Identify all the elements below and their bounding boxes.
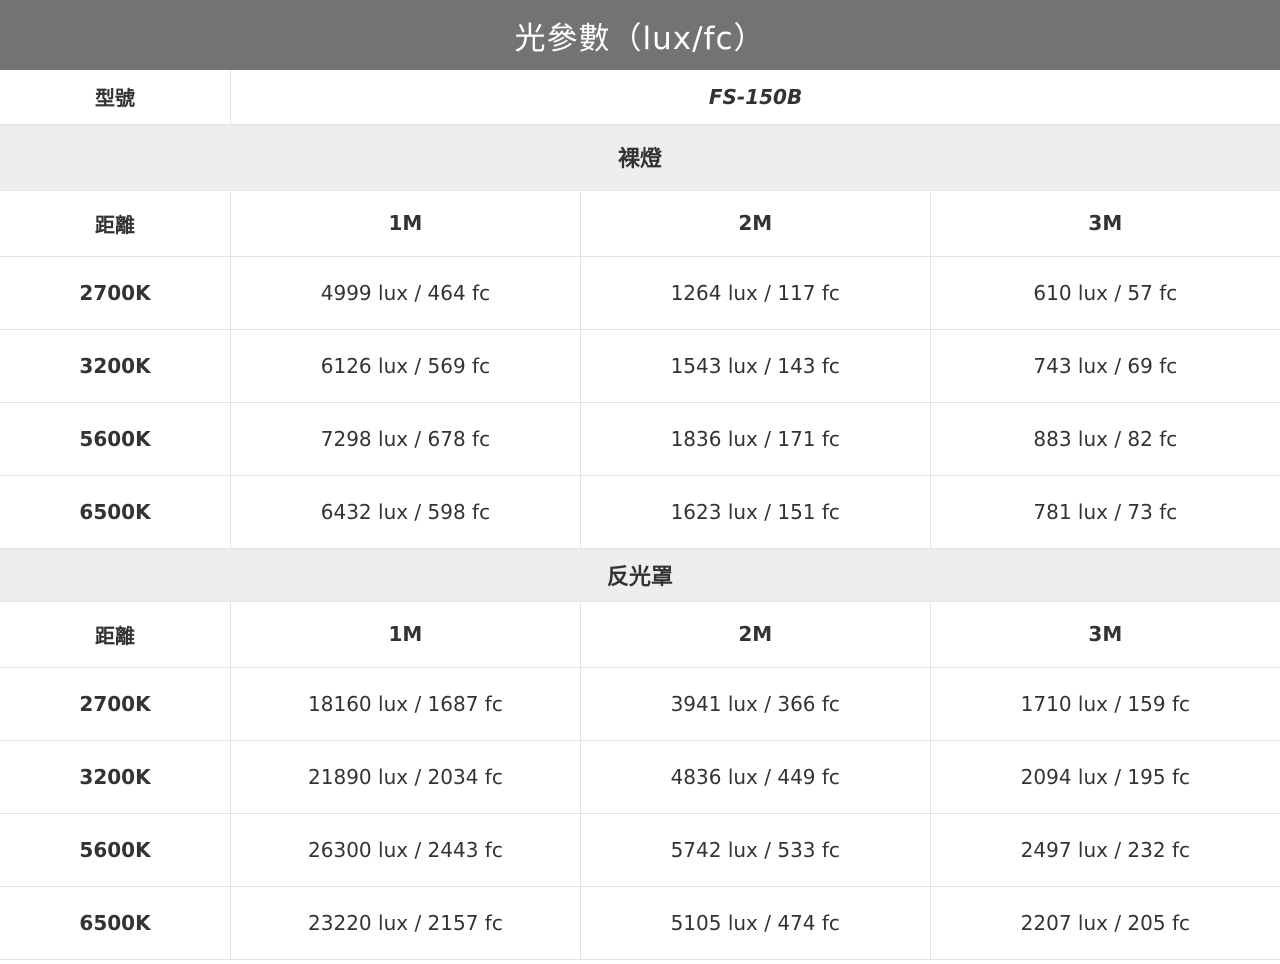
model-label: 型號	[0, 70, 232, 125]
section-title: 反光罩	[0, 548, 1280, 602]
table-cell: 7298 lux / 678 fc	[230, 402, 581, 476]
color-temp: 5600K	[0, 813, 232, 887]
color-temp: 3200K	[0, 740, 232, 814]
table-cell: 5105 lux / 474 fc	[580, 886, 931, 960]
table-cell: 743 lux / 69 fc	[930, 329, 1280, 403]
color-temp: 3200K	[0, 329, 232, 403]
table-row: 2700K 4999 lux / 464 fc 1264 lux / 117 f…	[0, 256, 1280, 330]
table-cell: 18160 lux / 1687 fc	[230, 667, 581, 741]
page: 光參數（lux/fc） 型號 FS-150B 裸燈 距離 1M 2M 3M 27…	[0, 0, 1280, 964]
table-row: 2700K 18160 lux / 1687 fc 3941 lux / 366…	[0, 667, 1280, 741]
table-cell: 3941 lux / 366 fc	[580, 667, 931, 741]
column-header-row: 距離 1M 2M 3M	[0, 601, 1280, 668]
table-cell: 4999 lux / 464 fc	[230, 256, 581, 330]
color-temp: 2700K	[0, 667, 232, 741]
table-cell: 5742 lux / 533 fc	[580, 813, 931, 887]
color-temp: 2700K	[0, 256, 232, 330]
column-header: 3M	[930, 190, 1280, 257]
table-cell: 1836 lux / 171 fc	[580, 402, 931, 476]
section-title: 裸燈	[0, 124, 1280, 191]
table-cell: 1623 lux / 151 fc	[580, 475, 931, 549]
table-row: 3200K 6126 lux / 569 fc 1543 lux / 143 f…	[0, 329, 1280, 403]
table-cell: 2207 lux / 205 fc	[930, 886, 1280, 960]
table-row: 5600K 26300 lux / 2443 fc 5742 lux / 533…	[0, 813, 1280, 887]
table-row: 3200K 21890 lux / 2034 fc 4836 lux / 449…	[0, 740, 1280, 814]
table-cell: 26300 lux / 2443 fc	[230, 813, 581, 887]
color-temp: 6500K	[0, 886, 232, 960]
table-cell: 1264 lux / 117 fc	[580, 256, 931, 330]
color-temp: 5600K	[0, 402, 232, 476]
table-cell: 21890 lux / 2034 fc	[230, 740, 581, 814]
table-cell: 781 lux / 73 fc	[930, 475, 1280, 549]
table-cell: 1710 lux / 159 fc	[930, 667, 1280, 741]
distance-label: 距離	[0, 190, 232, 257]
column-header-row: 距離 1M 2M 3M	[0, 190, 1280, 257]
light-parameters-table: 型號 FS-150B 裸燈 距離 1M 2M 3M 2700K 4999 lux…	[0, 70, 1280, 960]
table-cell: 1543 lux / 143 fc	[580, 329, 931, 403]
table-cell: 883 lux / 82 fc	[930, 402, 1280, 476]
table-cell: 2497 lux / 232 fc	[930, 813, 1280, 887]
table-cell: 4836 lux / 449 fc	[580, 740, 931, 814]
column-header: 1M	[230, 190, 581, 257]
table-cell: 610 lux / 57 fc	[930, 256, 1280, 330]
column-header: 1M	[230, 601, 581, 668]
distance-label: 距離	[0, 601, 232, 668]
column-header: 2M	[580, 190, 931, 257]
table-row: 6500K 23220 lux / 2157 fc 5105 lux / 474…	[0, 886, 1280, 960]
column-header: 2M	[580, 601, 931, 668]
model-row: 型號 FS-150B	[0, 70, 1280, 125]
section-header-bare: 裸燈	[0, 124, 1280, 191]
table-cell: 6432 lux / 598 fc	[230, 475, 581, 549]
table-cell: 23220 lux / 2157 fc	[230, 886, 581, 960]
table-cell: 2094 lux / 195 fc	[930, 740, 1280, 814]
table-cell: 6126 lux / 569 fc	[230, 329, 581, 403]
table-row: 6500K 6432 lux / 598 fc 1623 lux / 151 f…	[0, 475, 1280, 549]
column-header: 3M	[930, 601, 1280, 668]
table-row: 5600K 7298 lux / 678 fc 1836 lux / 171 f…	[0, 402, 1280, 476]
color-temp: 6500K	[0, 475, 232, 549]
page-title: 光參數（lux/fc）	[0, 0, 1280, 70]
section-header-reflector: 反光罩	[0, 548, 1280, 602]
model-value: FS-150B	[230, 70, 1280, 125]
